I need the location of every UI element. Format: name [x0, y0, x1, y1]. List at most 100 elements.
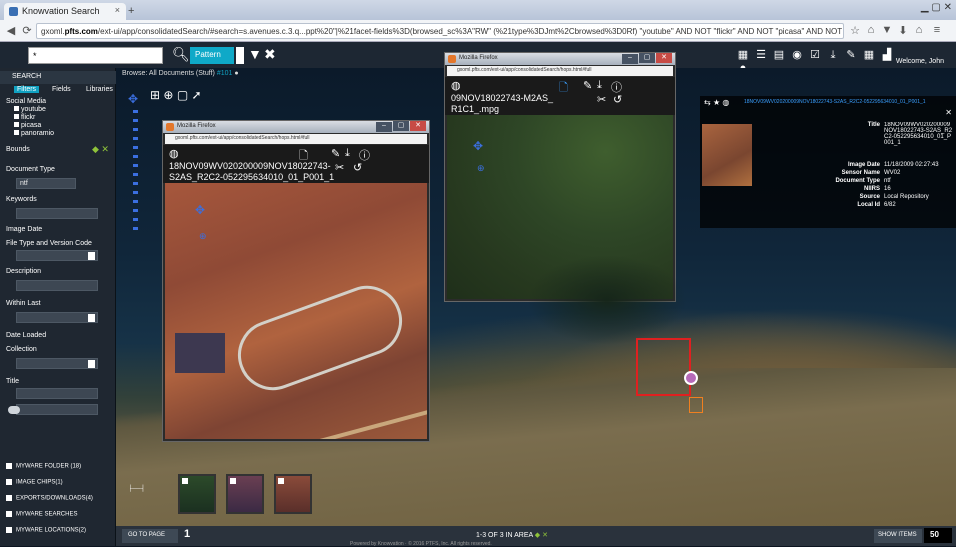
collection-select[interactable]: [16, 358, 98, 369]
lock-icon[interactable]: ⌂: [864, 24, 878, 38]
pan-icon[interactable]: ✥: [473, 139, 483, 153]
selected-footprint[interactable]: [636, 338, 691, 396]
maximize-icon[interactable]: ▢: [639, 53, 655, 63]
social-youtube-checkbox[interactable]: youtube: [14, 106, 46, 113]
document-icon[interactable]: 🗋︎: [559, 79, 568, 98]
social-picasa-checkbox[interactable]: picasa: [14, 122, 41, 129]
edit-icon[interactable]: ✎: [331, 147, 340, 160]
thumbnail-checkbox[interactable]: [182, 478, 188, 484]
map-pan-icon[interactable]: ✥: [128, 92, 142, 106]
sidebar-header[interactable]: SEARCH: [0, 71, 116, 84]
social-flickr-checkbox[interactable]: flickr: [14, 114, 35, 121]
search-input[interactable]: [28, 47, 163, 64]
map-zoom-slider[interactable]: [133, 110, 138, 230]
description-field[interactable]: [16, 280, 98, 291]
edit-icon[interactable]: ✎: [844, 48, 858, 61]
maximize-icon[interactable]: ▢: [393, 121, 409, 131]
document-type-field[interactable]: ntf: [16, 178, 76, 189]
home-icon[interactable]: ⌂: [912, 24, 926, 38]
crop-icon[interactable]: ✂: [335, 161, 344, 174]
secondary-footprint[interactable]: [689, 397, 703, 413]
browser-tab[interactable]: Knowvation Search ×: [4, 3, 126, 20]
select-all-icon[interactable]: ☑: [808, 48, 822, 61]
popup-url[interactable]: gxoml.pfts.com/ext-ui/app/consolidatedSe…: [165, 134, 427, 144]
star-icon[interactable]: ☆: [848, 24, 862, 38]
rotate-icon[interactable]: ↺: [353, 161, 362, 174]
grid-view-icon[interactable]: ▦: [736, 48, 750, 61]
search-icon[interactable]: 🔍︎: [172, 46, 190, 63]
keywords-field[interactable]: [16, 208, 98, 219]
chart-icon[interactable]: ▟: [880, 48, 894, 61]
detail-link[interactable]: 18NOV09WV020200009NOV18022743-S2AS_R2C2-…: [744, 99, 950, 105]
detail-thumbnail[interactable]: [702, 124, 752, 186]
exports-item[interactable]: EXPORTS/DOWNLOADS(4): [0, 492, 116, 506]
download-icon[interactable]: ⤓: [345, 147, 350, 160]
breadcrumb-count[interactable]: #101: [217, 70, 233, 77]
crop-icon[interactable]: ✂: [597, 93, 606, 106]
url-field[interactable]: gxoml.pfts.com/ext-ui/app/consolidatedSe…: [36, 23, 844, 39]
menu-icon[interactable]: ≡: [930, 24, 944, 38]
bounds-toggle-icon[interactable]: ◆ ✕: [92, 144, 109, 155]
myware-folder-item[interactable]: MYWARE FOLDER (18): [0, 460, 116, 474]
popup-titlebar[interactable]: Mozilla Firefox – ▢ ✕: [163, 121, 429, 133]
social-panoramio-checkbox[interactable]: panoramio: [14, 130, 54, 137]
map-view-icon[interactable]: ◉: [790, 48, 804, 61]
zoom-slider[interactable]: ⊕: [477, 163, 485, 174]
download-icon[interactable]: ⤓: [597, 79, 602, 92]
show-items-select[interactable]: 50: [924, 528, 952, 543]
list-view-icon[interactable]: ☰: [754, 48, 768, 61]
pattern-select[interactable]: Pattern: [190, 47, 234, 64]
tab-fields[interactable]: Fields: [52, 86, 71, 93]
window-controls[interactable]: ▁ ▢ ✕: [921, 2, 952, 13]
download-icon[interactable]: ⬇: [896, 24, 910, 38]
table-view-icon[interactable]: ▤: [772, 48, 786, 61]
pan-icon[interactable]: ✥: [195, 203, 205, 217]
close-icon[interactable]: ✕: [945, 108, 952, 117]
tab-filters[interactable]: Filters: [14, 86, 40, 93]
minimize-icon[interactable]: –: [622, 54, 638, 64]
pattern-dropdown-icon[interactable]: [236, 47, 244, 64]
apps-icon[interactable]: ▦: [862, 48, 876, 61]
close-tab-icon[interactable]: ×: [115, 5, 120, 15]
close-icon[interactable]: ✕: [410, 121, 426, 131]
filter-icon[interactable]: ▼: [248, 46, 262, 62]
reload-icon[interactable]: ⟳: [20, 24, 34, 38]
location-pin-icon[interactable]: [684, 371, 698, 385]
pointer-icon[interactable]: ➚: [192, 88, 202, 102]
pocket-icon[interactable]: ▼: [880, 24, 894, 38]
popup-url[interactable]: gxoml.pfts.com/ext-ui/app/consolidatedSe…: [447, 66, 673, 76]
clear-icon[interactable]: ✖: [264, 46, 276, 63]
draw-box-icon[interactable]: ▢: [177, 88, 188, 102]
globe-icon[interactable]: ◍: [722, 98, 729, 107]
info-icon[interactable]: ●: [234, 70, 238, 77]
myware-searches-item[interactable]: MYWARE SEARCHES: [0, 508, 116, 522]
popup-titlebar[interactable]: Mozilla Firefox – ▢ ✕: [445, 53, 675, 65]
area-toggle-icon[interactable]: ◆ ✕: [535, 532, 548, 539]
thumbnail[interactable]: [226, 474, 264, 514]
close-icon[interactable]: ✕: [656, 53, 672, 63]
image-chips-item[interactable]: IMAGE CHIPS(1): [0, 476, 116, 490]
file-type-select[interactable]: [16, 250, 98, 261]
zoom-in-icon[interactable]: ⊕: [163, 88, 173, 102]
within-last-select[interactable]: [16, 312, 98, 323]
title-field-2[interactable]: [16, 404, 98, 415]
rotate-icon[interactable]: ↺: [613, 93, 622, 106]
thumbnail[interactable]: [178, 474, 216, 514]
bookmark-icon[interactable]: ★: [713, 98, 720, 107]
page-number[interactable]: 1: [184, 528, 190, 540]
zoom-slider[interactable]: ⊕: [199, 231, 207, 242]
globe-icon[interactable]: ◍: [451, 79, 461, 92]
edit-icon[interactable]: ✎: [583, 79, 592, 92]
myware-locations-item[interactable]: MYWARE LOCATIONS(2): [0, 524, 116, 538]
thumbnail-checkbox[interactable]: [230, 478, 236, 484]
new-tab-button[interactable]: +: [128, 5, 142, 17]
go-to-page-button[interactable]: GO TO PAGE: [122, 529, 178, 543]
globe-icon[interactable]: ◍: [169, 147, 179, 160]
arrows-icon[interactable]: ⇆: [704, 98, 711, 107]
minimize-icon[interactable]: –: [376, 122, 392, 132]
thumbnail[interactable]: [274, 474, 312, 514]
thumbnail-checkbox[interactable]: [278, 478, 284, 484]
back-icon[interactable]: ◀: [4, 24, 18, 38]
download-all-icon[interactable]: ⤓: [826, 49, 840, 62]
title-field[interactable]: [16, 388, 98, 399]
